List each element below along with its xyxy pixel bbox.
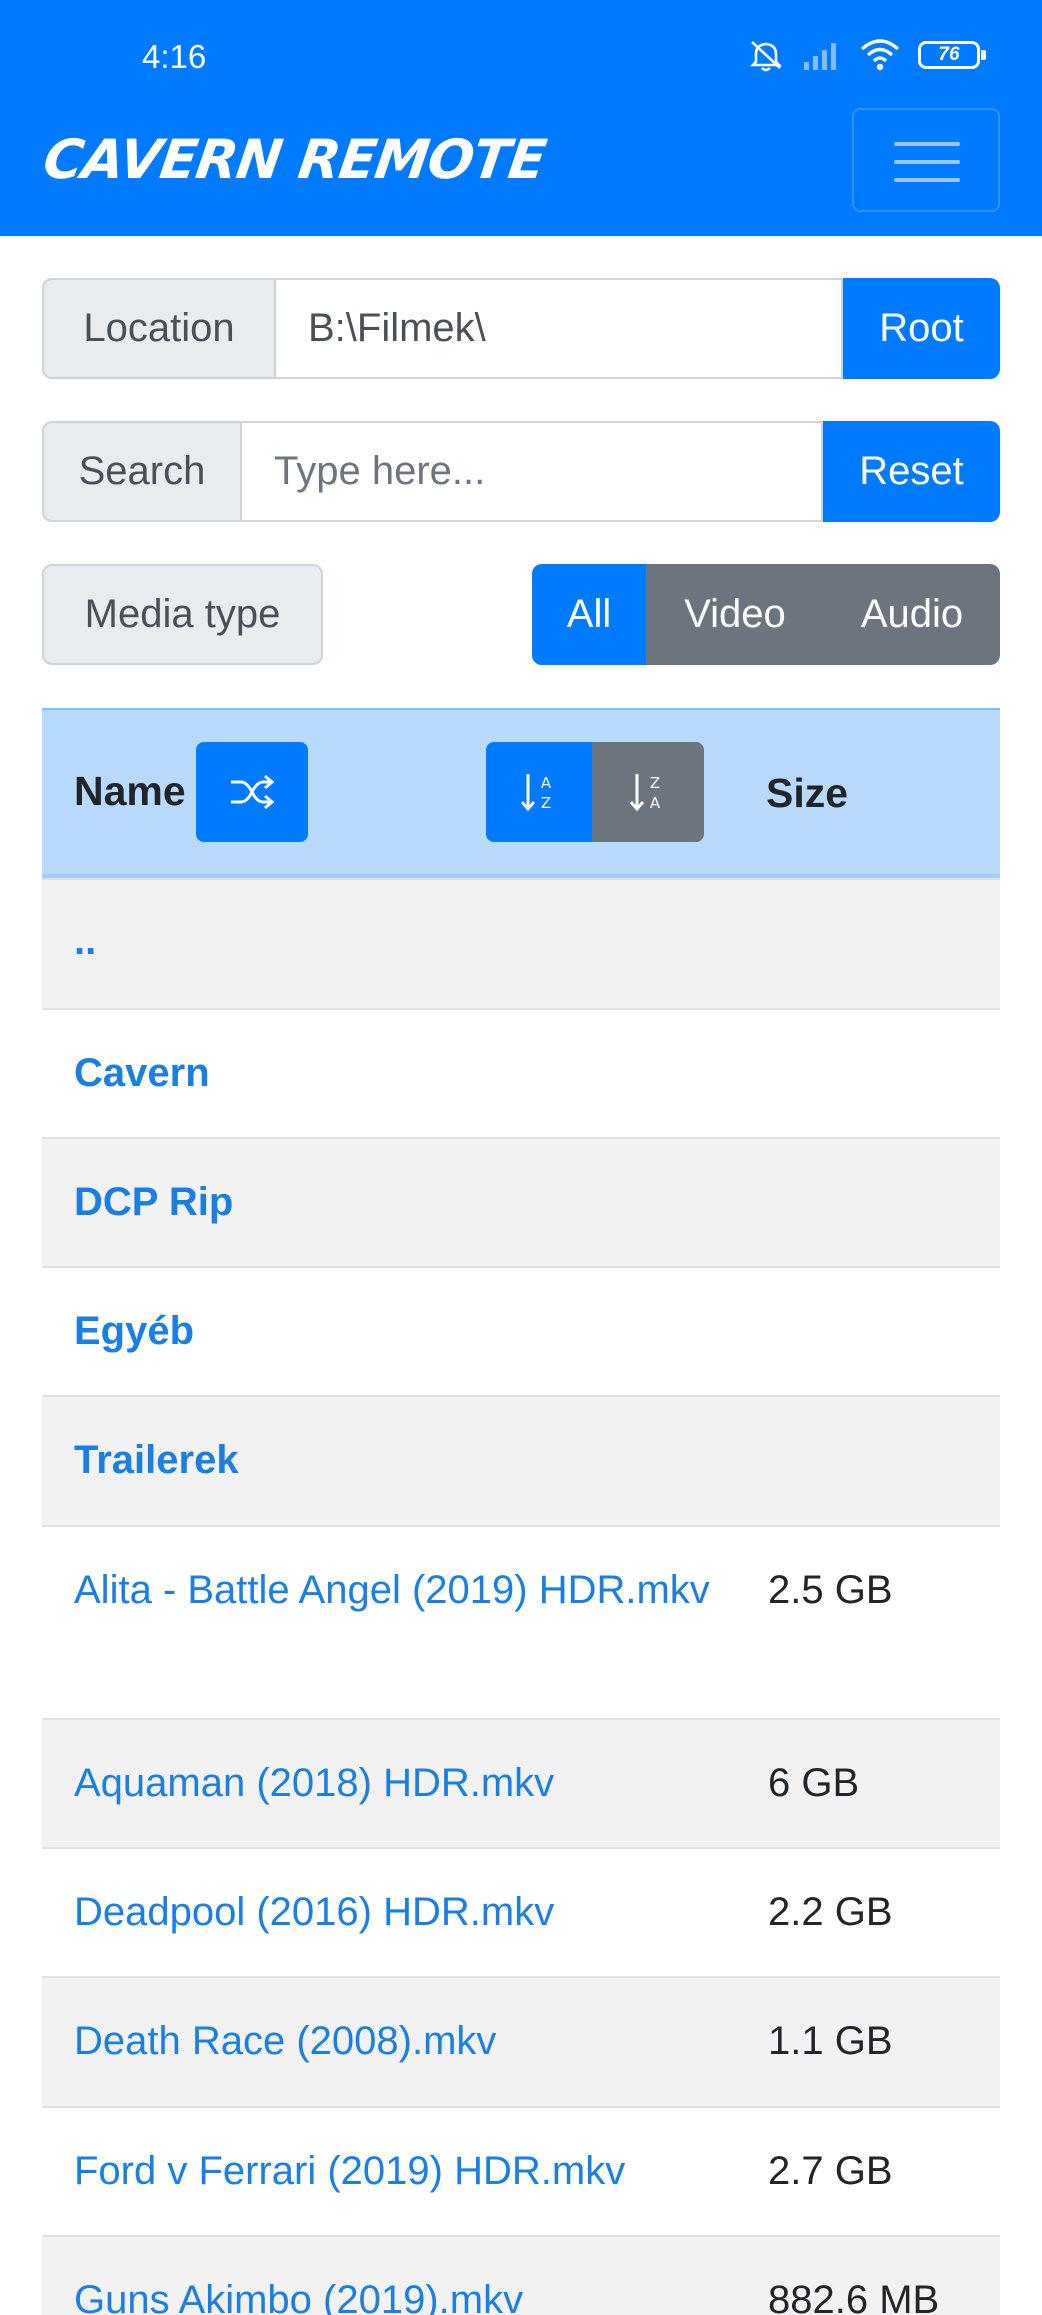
sort-a-z-icon: A Z	[520, 774, 552, 812]
search-input[interactable]: Type here...	[242, 421, 823, 522]
name-column-header: Name	[74, 768, 186, 814]
hamburger-icon-line	[894, 178, 960, 182]
table-row[interactable]: DCP Rip	[42, 1137, 1000, 1266]
file-name[interactable]: Ford v Ferrari (2019) HDR.mkv	[74, 2140, 714, 2203]
file-size: 882.6 MB	[768, 2278, 940, 2315]
table-row[interactable]: Death Race (2008).mkv 1.1 GB	[42, 1976, 1000, 2106]
sort-z-a-icon: Z A	[629, 774, 661, 812]
table-row[interactable]: ..	[42, 878, 1000, 1008]
location-group: Location B:\Filmek\ Root	[42, 278, 1000, 379]
table-row[interactable]: Egyéb	[42, 1266, 1000, 1395]
shuffle-icon	[231, 774, 275, 810]
file-name[interactable]: ..	[74, 910, 714, 973]
sort-ascending-button[interactable]: A Z	[486, 742, 592, 842]
location-input[interactable]: B:\Filmek\	[276, 278, 843, 379]
filter-video-button[interactable]: Video	[646, 564, 824, 665]
table-row[interactable]: Ford v Ferrari (2019) HDR.mkv 2.7 GB	[42, 2106, 1000, 2235]
table-row[interactable]: Alita - Battle Angel (2019) HDR.mkv 2.5 …	[42, 1525, 1000, 1718]
file-size: 1.1 GB	[768, 2019, 893, 2063]
app-header: 4:16 76 CAVERN REMOTE	[0, 0, 1042, 236]
file-size: 2.7 GB	[768, 2149, 893, 2193]
file-size: 6 GB	[768, 1761, 860, 1805]
file-name[interactable]: Cavern	[74, 1042, 714, 1105]
size-column-header: Size	[766, 770, 849, 816]
sort-descending-button[interactable]: Z A	[592, 742, 704, 842]
filter-audio-button[interactable]: Audio	[824, 564, 1000, 665]
table-row[interactable]: Deadpool (2016) HDR.mkv 2.2 GB	[42, 1847, 1000, 1976]
svg-text:A: A	[650, 794, 661, 812]
mute-bell-icon	[749, 41, 783, 72]
brand-logo[interactable]: CAVERN REMOTE	[40, 128, 550, 191]
file-name[interactable]: Aquaman (2018) HDR.mkv	[74, 1752, 714, 1815]
table-row[interactable]: Guns Akimbo (2019).mkv 882.6 MB	[42, 2235, 1000, 2315]
wifi-icon	[860, 39, 900, 71]
hamburger-icon	[894, 142, 960, 146]
file-name[interactable]: Alita - Battle Angel (2019) HDR.mkv	[74, 1559, 714, 1622]
svg-text:Z: Z	[541, 794, 551, 812]
root-button[interactable]: Root	[843, 278, 1000, 379]
status-icons: 76	[748, 38, 986, 72]
file-name[interactable]: Deadpool (2016) HDR.mkv	[74, 1881, 714, 1944]
hamburger-menu-button[interactable]	[852, 108, 1000, 212]
media-type-filter: All Video Audio	[532, 564, 1000, 665]
svg-text:A: A	[541, 774, 552, 792]
table-row[interactable]: Cavern	[42, 1008, 1000, 1137]
file-name[interactable]: DCP Rip	[74, 1171, 714, 1234]
filter-all-button[interactable]: All	[532, 564, 646, 665]
search-label: Search	[42, 421, 242, 522]
table-row[interactable]: Trailerek	[42, 1395, 1000, 1525]
shuffle-button[interactable]	[196, 742, 308, 842]
file-size: 2.5 GB	[768, 1568, 893, 1612]
file-name[interactable]: Trailerek	[74, 1429, 714, 1492]
hamburger-icon-line	[894, 160, 960, 164]
sort-button-group: A Z Z A	[486, 742, 704, 842]
location-label: Location	[42, 278, 276, 379]
battery-icon: 76	[918, 41, 986, 69]
media-type-label: Media type	[42, 564, 323, 665]
svg-text:Z: Z	[650, 774, 660, 792]
status-time: 4:16	[142, 38, 207, 75]
battery-level: 76	[938, 44, 960, 65]
table-header: Name A Z Z A Size	[42, 708, 1000, 878]
file-name[interactable]: Egyéb	[74, 1300, 714, 1363]
file-name[interactable]: Death Race (2008).mkv	[74, 2010, 714, 2073]
search-group: Search Type here... Reset	[42, 421, 1000, 522]
file-size: 2.2 GB	[768, 1890, 893, 1934]
signal-icon	[804, 43, 836, 70]
file-name[interactable]: Guns Akimbo (2019).mkv	[74, 2269, 714, 2315]
reset-button[interactable]: Reset	[823, 421, 1000, 522]
table-row[interactable]: Aquaman (2018) HDR.mkv 6 GB	[42, 1718, 1000, 1847]
